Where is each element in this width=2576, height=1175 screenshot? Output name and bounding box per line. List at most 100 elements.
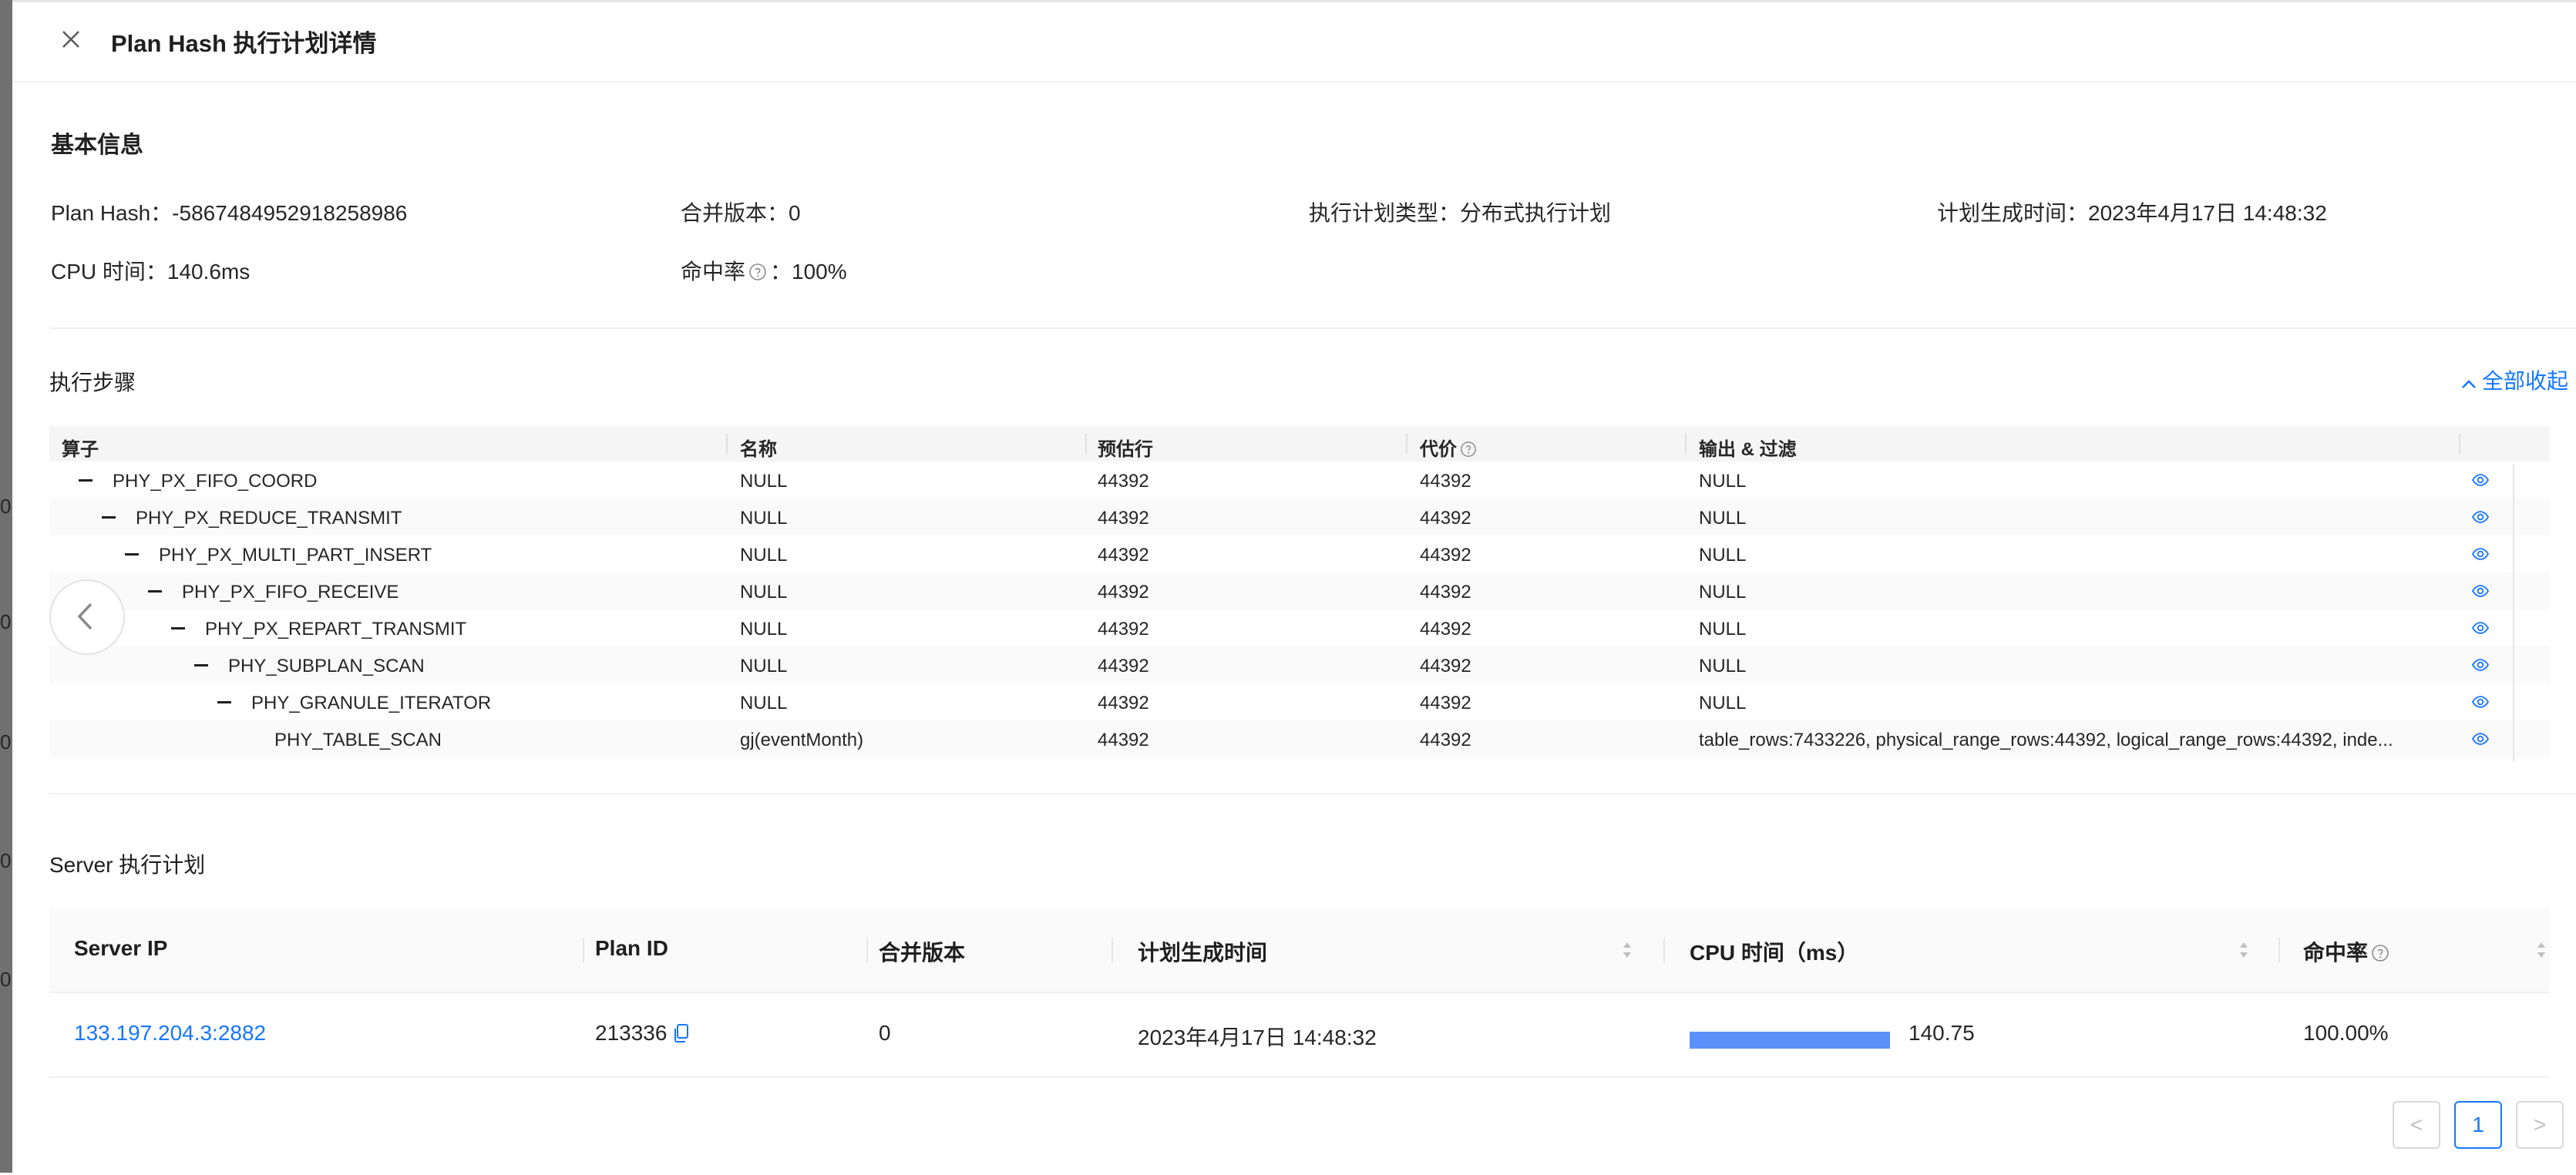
header-hit-rate[interactable]: 命中率	[2303, 936, 2393, 967]
eye-icon[interactable]	[2471, 656, 2490, 673]
cost-cell: 44392	[1420, 508, 1471, 529]
column-separator	[2278, 938, 2280, 962]
server-table-header: Server IP Plan ID 合并版本 计划生成时间 CPU 时间（ms）…	[49, 908, 2550, 993]
collapse-toggle[interactable]	[125, 553, 139, 556]
cpu-time-bar-fill	[1690, 1032, 1890, 1049]
server-table-row: 133.197.204.3:2882 213336 0 2023年4月17日 1…	[49, 993, 2550, 1078]
edge-label: 0	[0, 495, 12, 518]
plan-row: PHY_PX_REPART_TRANSMIT NULL 44392 44392 …	[49, 609, 2550, 646]
basic-info-title: 基本信息	[51, 133, 143, 158]
pagination-next-button[interactable]: >	[2516, 1101, 2564, 1149]
plan-row: PHY_TABLE_SCAN gj(eventMonth) 44392 4439…	[49, 720, 2550, 757]
collapse-toggle[interactable]	[148, 590, 162, 593]
plan-id-cell: 213336	[595, 1021, 690, 1046]
collapse-all-button[interactable]: 全部收起	[2460, 364, 2568, 395]
header-operator: 算子	[62, 439, 99, 460]
name-cell: gj(eventMonth)	[740, 730, 864, 750]
pagination-prev-button[interactable]: <	[2393, 1101, 2440, 1149]
column-separator	[866, 938, 868, 962]
plan-hash-value: Plan Hash：-5867484952918258986	[51, 201, 408, 225]
question-circle-icon[interactable]	[1460, 441, 1477, 458]
est-rows-cell: 44392	[1098, 656, 1149, 676]
eye-icon[interactable]	[2471, 582, 2490, 599]
operator-cell: PHY_PX_MULTI_PART_INSERT	[159, 545, 432, 566]
table-scrollbar[interactable]	[2513, 465, 2548, 761]
operator-cell: PHY_SUBPLAN_SCAN	[228, 656, 425, 676]
collapse-all-label: 全部收起	[2482, 369, 2569, 393]
operator-cell: PHY_PX_REDUCE_TRANSMIT	[136, 508, 402, 529]
output-cell: NULL	[1699, 471, 1747, 492]
chevron-left-icon	[77, 603, 92, 630]
name-cell: NULL	[740, 656, 788, 676]
backdrop-strip	[0, 0, 12, 1173]
sort-icon[interactable]	[2536, 939, 2547, 961]
plan-id-value: 213336	[595, 1021, 668, 1045]
name-cell: NULL	[740, 582, 788, 603]
eye-icon[interactable]	[2471, 472, 2490, 488]
est-rows-cell: 44392	[1098, 730, 1149, 750]
hit-rate-value: ：100%	[770, 260, 847, 284]
cost-cell: 44392	[1420, 545, 1471, 566]
est-rows-cell: 44392	[1098, 508, 1149, 529]
header-server-ip: Server IP	[74, 936, 168, 960]
server-ip-link[interactable]: 133.197.204.3:2882	[74, 1021, 266, 1046]
output-cell: NULL	[1699, 508, 1747, 529]
est-rows-cell: 44392	[1098, 693, 1149, 713]
eye-icon[interactable]	[2471, 546, 2490, 562]
sort-icon[interactable]	[1622, 939, 1633, 961]
previous-arrow-button[interactable]	[49, 579, 125, 655]
header-cost-label: 代价	[1420, 439, 1457, 460]
question-circle-icon[interactable]	[748, 263, 767, 281]
hit-rate-cell: 100.00%	[2303, 1021, 2389, 1045]
name-cell: NULL	[740, 693, 788, 713]
eye-icon[interactable]	[2471, 619, 2490, 636]
cost-cell: 44392	[1420, 619, 1471, 640]
copy-icon[interactable]	[673, 1023, 690, 1043]
column-separator	[583, 938, 584, 962]
name-cell: NULL	[740, 508, 788, 529]
section-divider	[49, 793, 2576, 794]
header-merge-version: 合并版本	[879, 941, 966, 965]
header-gen-time[interactable]: 计划生成时间	[1138, 936, 1267, 967]
header-cost: 代价	[1420, 434, 1480, 461]
operator-cell: PHY_PX_FIFO_COORD	[113, 471, 318, 492]
collapse-toggle[interactable]	[171, 627, 185, 629]
column-separator	[2459, 434, 2460, 454]
cost-cell: 44392	[1420, 582, 1471, 603]
collapse-toggle[interactable]	[217, 701, 231, 703]
header-cpu-time[interactable]: CPU 时间（ms）	[1690, 936, 1858, 967]
cpu-time-value: CPU 时间：140.6ms	[51, 260, 251, 284]
cost-cell: 44392	[1420, 693, 1471, 713]
output-cell: NULL	[1699, 693, 1747, 713]
server-plan-title: Server 执行计划	[49, 853, 206, 877]
plan-tree-table: 算子 名称 预估行 代价 输出 & 过滤 PHY_PX_FIFO_COORD N…	[49, 426, 2550, 757]
eye-icon[interactable]	[2471, 730, 2490, 747]
plan-row: PHY_SUBPLAN_SCAN NULL 44392 44392 NULL	[49, 646, 2550, 683]
output-cell: table_rows:7433226, physical_range_rows:…	[1699, 730, 2393, 750]
header-gen-time-label: 计划生成时间	[1138, 941, 1268, 965]
header-plan-id: Plan ID	[595, 936, 668, 960]
close-icon[interactable]	[57, 25, 85, 53]
question-circle-icon[interactable]	[2371, 944, 2389, 962]
section-divider	[49, 327, 2576, 329]
eye-icon[interactable]	[2471, 693, 2490, 710]
plan-row: PHY_GRANULE_ITERATOR NULL 44392 44392 NU…	[49, 683, 2550, 720]
collapse-toggle[interactable]	[102, 516, 116, 519]
column-separator	[1111, 938, 1113, 962]
plan-row: PHY_PX_MULTI_PART_INSERT NULL 44392 4439…	[49, 535, 2550, 572]
name-cell: NULL	[740, 619, 788, 640]
collapse-toggle[interactable]	[79, 479, 92, 482]
edge-label: 0	[0, 610, 12, 633]
cpu-time-bar	[1690, 1032, 1890, 1049]
header-output: 输出 & 过滤	[1699, 439, 1797, 460]
column-separator	[1663, 938, 1665, 962]
sort-icon[interactable]	[2238, 939, 2249, 961]
plan-detail-drawer: Plan Hash 执行计划详情 基本信息 Plan Hash：-5867484…	[12, 0, 2576, 1175]
collapse-toggle[interactable]	[194, 664, 208, 666]
pagination-page-1[interactable]: 1	[2454, 1101, 2502, 1149]
est-rows-cell: 44392	[1098, 545, 1149, 566]
plan-row: PHY_PX_REDUCE_TRANSMIT NULL 44392 44392 …	[49, 499, 2550, 535]
eye-icon[interactable]	[2471, 509, 2490, 525]
cpu-time-cell: 140.75	[1908, 1021, 1975, 1045]
hit-rate-label: 命中率	[681, 260, 746, 284]
